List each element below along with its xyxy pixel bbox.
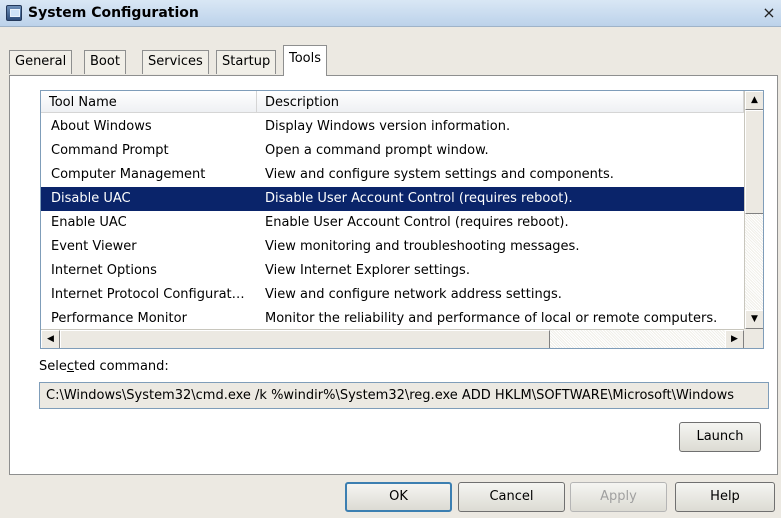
launch-button-label: Launch [696,429,744,444]
tool-name: Command Prompt [51,143,169,158]
column-header-description[interactable]: Description [257,91,744,113]
selected-command-field[interactable]: C:\Windows\System32\cmd.exe /k %windir%\… [39,382,769,409]
tool-name: Event Viewer [51,239,137,254]
scrollbar-corner [744,329,763,348]
title-bar[interactable]: System Configuration × [0,0,781,27]
list-item[interactable]: Command Prompt Open a command prompt win… [41,139,744,163]
tool-description: Display Windows version information. [265,119,511,134]
column-header-tool-name[interactable]: Tool Name [41,91,257,113]
apply-button-label: Apply [600,489,637,504]
selected-command-label-text: Selected command: [39,359,169,374]
cancel-button-label: Cancel [489,489,534,504]
horizontal-scrollbar[interactable]: ◀ ▶ [41,329,744,348]
tool-name: Internet Protocol Configurat… [51,287,245,302]
tool-name: Performance Monitor [51,311,187,326]
cancel-button[interactable]: Cancel [458,482,565,512]
scroll-down-icon[interactable]: ▼ [745,310,763,329]
vertical-scroll-thumb[interactable] [745,110,763,214]
ok-button[interactable]: OK [345,482,452,512]
tool-description: View monitoring and troubleshooting mess… [265,239,580,254]
tab-boot[interactable]: Boot [84,50,126,74]
vertical-scrollbar[interactable]: ▲ ▼ [744,91,763,329]
list-item[interactable]: Enable UAC Enable User Account Control (… [41,211,744,235]
help-button-label: Help [710,489,740,504]
tool-name: Disable UAC [51,191,131,206]
scroll-left-icon[interactable]: ◀ [41,330,60,348]
tool-description: View Internet Explorer settings. [265,263,470,278]
list-item[interactable]: About Windows Display Windows version in… [41,115,744,139]
tab-services[interactable]: Services [142,50,209,74]
list-item[interactable]: Internet Options View Internet Explorer … [41,259,744,283]
list-item-selected[interactable]: Disable UAC Disable User Account Control… [41,187,744,211]
tab-tools[interactable]: Tools [283,45,328,76]
help-button[interactable]: Help [675,482,775,512]
list-header: Tool Name Description [41,91,744,113]
ok-button-label: OK [389,489,408,504]
tool-description: Enable User Account Control (requires re… [265,215,569,230]
tool-description: Monitor the reliability and performance … [265,311,718,326]
tool-name: About Windows [51,119,152,134]
close-button[interactable]: × [760,4,778,22]
tool-description: Open a command prompt window. [265,143,489,158]
launch-button[interactable]: Launch [679,422,761,452]
tab-startup[interactable]: Startup [216,50,277,74]
window-title: System Configuration [28,5,199,21]
system-configuration-icon [6,5,22,21]
scroll-right-icon[interactable]: ▶ [725,330,744,348]
tool-name: Computer Management [51,167,206,182]
tool-name: Enable UAC [51,215,127,230]
list-item[interactable]: Computer Management View and configure s… [41,163,744,187]
tool-description: View and configure system settings and c… [265,167,614,182]
horizontal-scroll-thumb[interactable] [60,330,550,348]
tab-general[interactable]: General [9,50,73,74]
tool-name: Internet Options [51,263,157,278]
scroll-up-icon[interactable]: ▲ [745,91,763,110]
tool-description: View and configure network address setti… [265,287,562,302]
tool-description: Disable User Account Control (requires r… [265,191,573,206]
list-item[interactable]: Performance Monitor Monitor the reliabil… [41,307,744,331]
tools-list[interactable]: Tool Name Description About Windows Disp… [40,90,764,349]
selected-command-label: Selected command: [39,359,169,374]
list-item[interactable]: Event Viewer View monitoring and trouble… [41,235,744,259]
apply-button[interactable]: Apply [570,482,667,512]
list-item[interactable]: Internet Protocol Configurat… View and c… [41,283,744,307]
